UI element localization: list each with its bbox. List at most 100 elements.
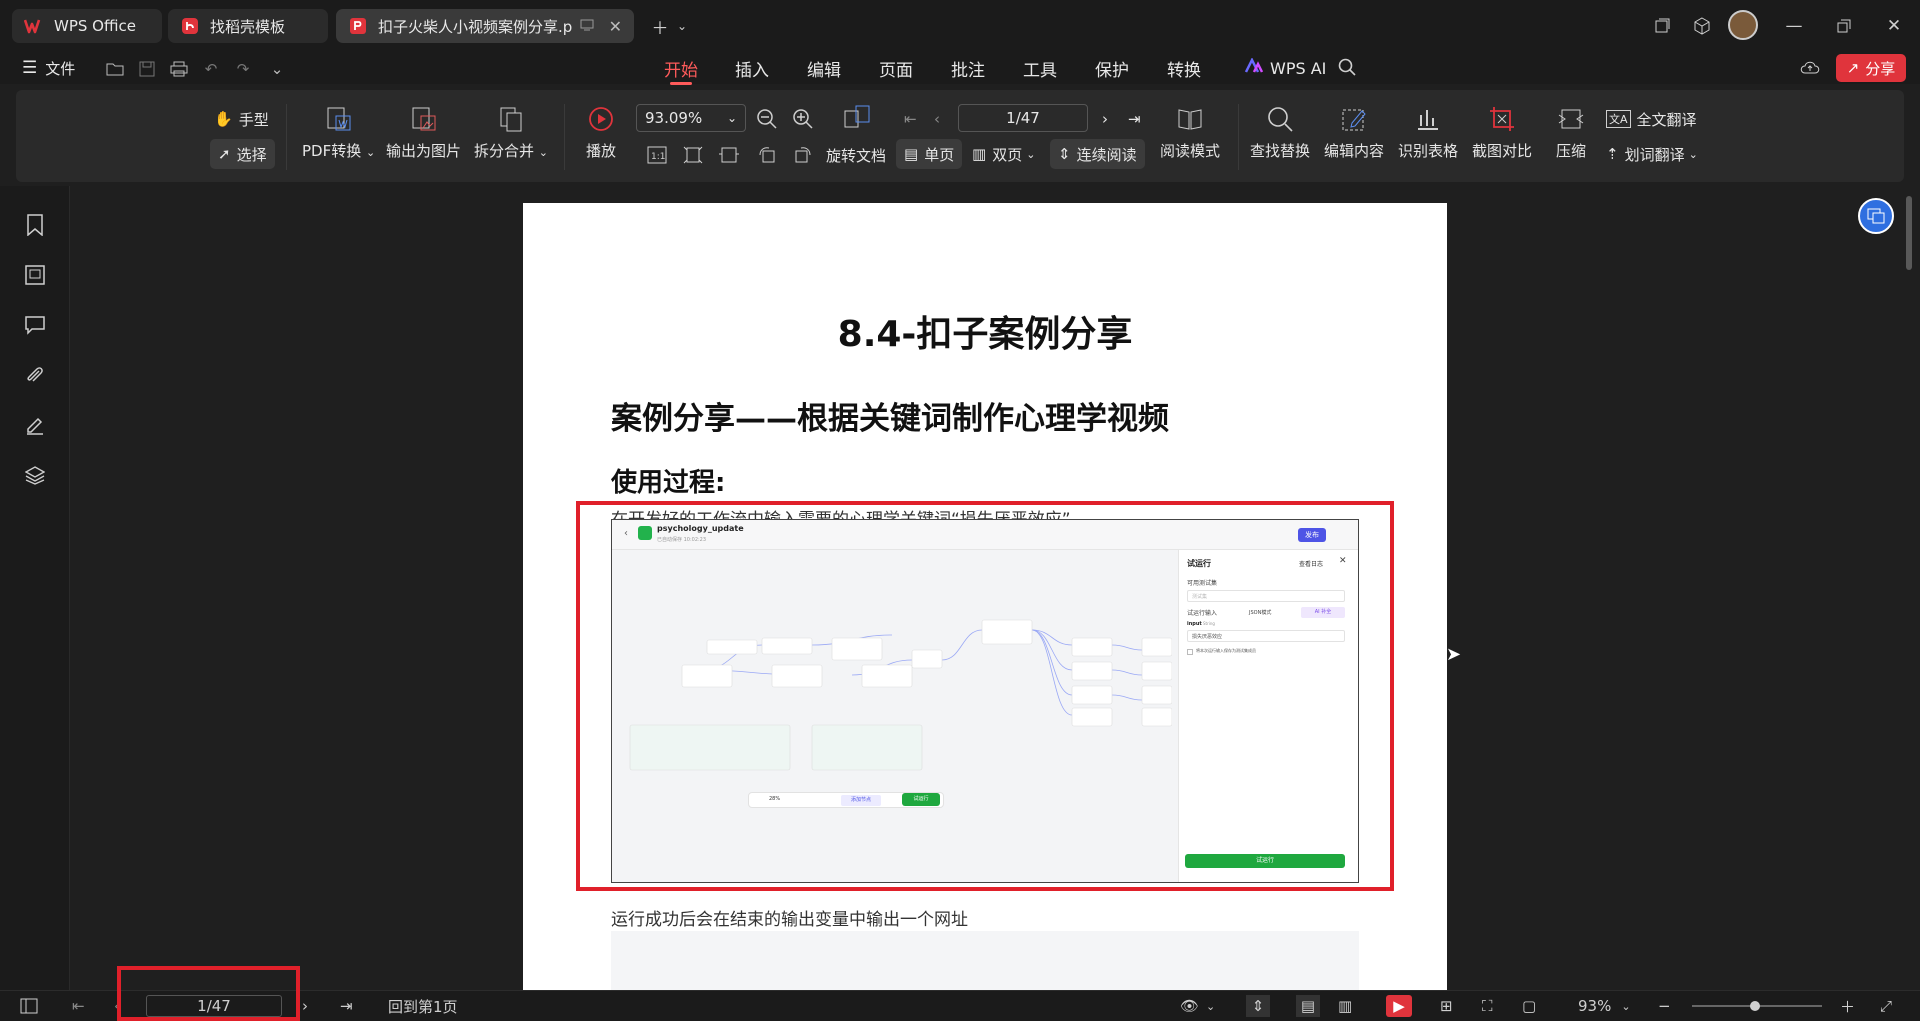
actual-size-status-icon[interactable]: ▢ — [1522, 995, 1536, 1017]
zoom-in-status-icon[interactable]: ＋ — [1840, 995, 1855, 1017]
toggle-sidebar-icon[interactable] — [20, 995, 38, 1017]
rotate-left-icon[interactable] — [756, 140, 778, 170]
hand-icon: ✋ — [214, 110, 233, 128]
continuous-view-icon[interactable]: ⇕ — [1246, 995, 1270, 1017]
page-prev-icon[interactable]: ‹ — [934, 104, 940, 134]
menu-tab-insert[interactable]: 插入 — [735, 56, 769, 81]
back-to-first-page-button[interactable]: 回到第1页 — [388, 995, 458, 1017]
menu-tab-tools[interactable]: 工具 — [1023, 56, 1057, 81]
highlight-box-page-number — [117, 966, 300, 1021]
fullscreen-icon[interactable]: ⤢ — [1880, 995, 1892, 1017]
menu-tab-comment[interactable]: 批注 — [951, 56, 985, 81]
bookmark-icon[interactable] — [22, 212, 48, 238]
double-page-view-icon[interactable]: ▥ — [1338, 995, 1352, 1017]
attachment-icon[interactable] — [22, 362, 48, 388]
menu-tab-start[interactable]: 开始 — [664, 56, 698, 85]
divider — [1238, 104, 1239, 170]
page-number-input[interactable]: 1/47 — [958, 104, 1088, 132]
close-tab-icon[interactable]: ✕ — [609, 17, 622, 36]
edit-content-icon — [1337, 102, 1371, 136]
restore-icon[interactable] — [1830, 12, 1858, 40]
print-icon[interactable] — [168, 58, 190, 80]
recognize-table-button[interactable]: 识别表格 — [1398, 102, 1458, 161]
undo-icon[interactable]: ↶ — [200, 58, 222, 80]
menu-tab-protect[interactable]: 保护 — [1095, 56, 1129, 81]
rotate-document-button[interactable]: 旋转文档 — [826, 140, 886, 170]
search-icon[interactable] — [1336, 56, 1358, 78]
page-first-icon[interactable]: ⇤ — [904, 104, 917, 134]
reading-mode-button[interactable]: 阅读模式 — [1160, 102, 1220, 161]
cube-icon[interactable] — [1688, 12, 1716, 40]
export-image-button[interactable]: 输出为图片 — [386, 102, 461, 161]
zoom-out-status-icon[interactable]: − — [1658, 995, 1671, 1017]
menu-tab-edit[interactable]: 编辑 — [807, 56, 841, 81]
edit-content-button[interactable]: 编辑内容 — [1324, 102, 1384, 161]
full-translate-button[interactable]: 文A 全文翻译 — [1606, 104, 1697, 134]
more-quick-access-icon[interactable]: ⌄ — [266, 58, 288, 80]
fit-page-status-icon[interactable]: ⛶ — [1482, 995, 1493, 1017]
next-screenshot-preview — [611, 931, 1359, 990]
fit-page-icon[interactable] — [682, 140, 704, 170]
menu-tab-page[interactable]: 页面 — [879, 56, 913, 81]
wps-ai-button[interactable]: WPS AI — [1244, 56, 1326, 80]
hand-tool-button[interactable]: ✋ 手型 — [214, 104, 269, 134]
vertical-scrollbar[interactable] — [1906, 196, 1912, 270]
open-folder-icon[interactable] — [104, 58, 126, 80]
single-page-icon: ▤ — [904, 145, 919, 163]
play-button[interactable]: 播放 — [584, 102, 618, 161]
zoom-select[interactable]: 93.09% ⌄ — [636, 104, 746, 132]
last-page-icon[interactable]: ⇥ — [340, 995, 353, 1017]
fit-width-status-icon[interactable]: ⊞ — [1440, 995, 1453, 1017]
next-page-icon[interactable]: › — [302, 995, 308, 1017]
play-slideshow-icon[interactable]: ▶ — [1386, 995, 1412, 1017]
select-tool-button[interactable]: ➚ 选择 — [210, 139, 275, 169]
tab-docer-template[interactable]: 找稻壳模板 — [168, 9, 328, 43]
actual-size-icon[interactable] — [718, 140, 740, 170]
window-layout-icon[interactable] — [1648, 12, 1676, 40]
split-merge-icon — [494, 102, 528, 136]
rotate-right-icon[interactable] — [792, 140, 814, 170]
pdf-convert-button[interactable]: PDF转换 ⌄ — [302, 102, 375, 161]
tab-wps-office[interactable]: WPS Office — [12, 9, 162, 43]
chevron-down-icon[interactable]: ⌄ — [1206, 995, 1215, 1017]
word-translate-button[interactable]: ⇡ 划词翻译 ⌄ — [1606, 139, 1698, 169]
split-merge-button[interactable]: 拆分合并 ⌄ — [474, 102, 548, 161]
first-page-icon[interactable]: ⇤ — [72, 995, 85, 1017]
status-zoom-select[interactable]: 93% ⌄ — [1578, 995, 1631, 1017]
tab-active-document[interactable]: 扣子火柴人小视频案例分享.p ✕ — [336, 9, 634, 43]
single-page-view-icon[interactable]: ▤ — [1296, 995, 1320, 1017]
comment-icon[interactable] — [22, 312, 48, 338]
close-window-icon[interactable]: ✕ — [1880, 12, 1908, 40]
chevron-down-icon[interactable]: ⌄ — [668, 12, 696, 40]
thumbnail-icon[interactable] — [22, 262, 48, 288]
layers-icon[interactable] — [22, 462, 48, 488]
minimize-icon[interactable]: — — [1780, 12, 1808, 40]
share-button[interactable]: ↗ 分享 — [1836, 54, 1906, 82]
zoom-slider-handle[interactable] — [1750, 1001, 1760, 1011]
continuous-icon: ⇕ — [1058, 145, 1071, 163]
floating-assist-icon[interactable] — [1858, 198, 1894, 234]
compress-button[interactable]: 压缩 — [1554, 102, 1588, 161]
file-menu[interactable]: ☰ 文件 — [22, 56, 75, 80]
rotate-document-icon[interactable] — [842, 102, 872, 132]
zoom-out-icon[interactable] — [756, 104, 778, 134]
zoom-in-icon[interactable] — [792, 104, 814, 134]
fit-width-icon[interactable]: 1:1 — [646, 140, 668, 170]
single-page-button[interactable]: ▤ 单页 — [896, 139, 963, 169]
double-page-button[interactable]: ▥ 双页 ⌄ — [972, 139, 1035, 169]
find-replace-button[interactable]: 查找替换 — [1250, 102, 1310, 161]
page-next-icon[interactable]: › — [1102, 104, 1108, 134]
signature-icon[interactable] — [22, 412, 48, 438]
save-icon[interactable] — [136, 58, 158, 80]
avatar[interactable] — [1728, 10, 1758, 40]
screenshot-compare-button[interactable]: 截图对比 — [1472, 102, 1532, 161]
redo-icon[interactable]: ↷ — [232, 58, 254, 80]
zoom-slider[interactable] — [1692, 995, 1822, 1017]
page-last-icon[interactable]: ⇥ — [1128, 104, 1141, 134]
menu-bar: ☰ 文件 ↶ ↷ ⌄ 开始 插入 编辑 页面 批注 工具 保护 转换 WPS A… — [0, 52, 1920, 85]
cloud-upload-icon[interactable] — [1799, 56, 1821, 78]
continuous-reading-button[interactable]: ⇕ 连续阅读 — [1050, 139, 1145, 169]
wps-logo-icon — [24, 16, 44, 36]
menu-tab-convert[interactable]: 转换 — [1167, 56, 1201, 81]
eye-icon[interactable]: 👁 — [1180, 995, 1199, 1017]
